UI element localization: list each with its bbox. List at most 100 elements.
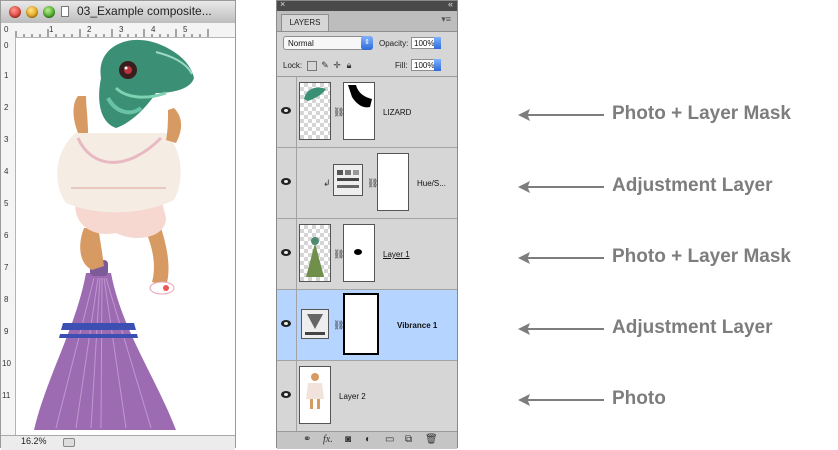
layer-row-hue-saturation[interactable]: ↲ ⛓ Hue/S... (277, 148, 457, 219)
ruler-tick: 7 (4, 263, 9, 272)
link-layers-icon[interactable]: ⚭ (303, 434, 311, 445)
layer-mask-thumbnail (343, 224, 375, 282)
tab-layers[interactable]: LAYERS (281, 14, 329, 31)
annotation-label: Photo (612, 388, 666, 409)
layer-name: Hue/S... (417, 179, 446, 188)
layer-thumbnail (299, 82, 331, 140)
panel-bottom-toolbar: ⚭ fx. ◙ ◐ ▭ ⧉ 🗑︎ (277, 431, 457, 449)
annotation-photo-mask-1: Photo + Layer Mask (516, 100, 838, 130)
panel-tab-strip: LAYERS ▾≡ (277, 11, 457, 32)
left-arrow-icon (518, 181, 604, 193)
annotation-adjustment-2: Adjustment Layer (516, 314, 838, 344)
opacity-field[interactable]: 100% (411, 37, 441, 49)
visibility-toggle[interactable] (277, 148, 297, 218)
ruler-tick: 6 (4, 231, 9, 240)
left-arrow-icon (518, 252, 604, 264)
horizontal-ruler[interactable]: 0 1 2 3 4 5 (1, 23, 235, 38)
layer-name: Layer 2 (339, 392, 366, 401)
status-menu-button[interactable] (63, 438, 75, 447)
ruler-tick: 2 (4, 103, 9, 112)
opacity-value: 100% (414, 39, 435, 48)
close-panel-icon[interactable]: × (280, 0, 285, 9)
layers-panel: × « LAYERS ▾≡ Normal ⇕ Opacity: 100% Loc… (276, 0, 458, 449)
ruler-tick: 8 (4, 295, 9, 304)
lock-transparency-icon[interactable] (307, 61, 317, 71)
annotation-label: Photo + Layer Mask (612, 103, 791, 124)
layer-name: LIZARD (383, 108, 412, 117)
new-layer-icon[interactable]: ⧉ (405, 434, 412, 445)
layer-style-icon[interactable]: fx. (323, 434, 333, 445)
select-arrows-icon: ⇕ (361, 36, 373, 50)
lock-image-pixels-icon[interactable]: ✎ (320, 61, 330, 70)
opacity-label: Opacity: (379, 39, 409, 48)
add-mask-icon[interactable]: ◙ (345, 434, 351, 445)
document-title: 03_Example composite... (77, 4, 212, 18)
layer-row-lizard[interactable]: ⛓ LIZARD (277, 77, 457, 148)
lock-fill-row: Lock: ✎ ✛ 🔒︎ Fill: 100% (277, 56, 457, 77)
doll-thumbnail-icon (306, 373, 324, 409)
vertical-ruler[interactable]: 0 1 2 3 4 5 6 7 8 9 10 11 (1, 37, 16, 435)
ruler-tick: 5 (4, 199, 9, 208)
ruler-tick: 10 (2, 359, 11, 368)
ruler-tick: 4 (4, 167, 9, 176)
fill-label: Fill: (395, 61, 408, 70)
fill-field[interactable]: 100% (411, 59, 441, 71)
visibility-toggle[interactable] (277, 77, 297, 147)
ruler-tick: 9 (4, 327, 9, 336)
lizard-thumbnail-icon (304, 87, 326, 101)
eye-icon (281, 391, 291, 398)
composite-image (34, 39, 194, 430)
title-bar[interactable]: 03_Example composite... (1, 1, 235, 24)
layer-thumbnail (299, 224, 331, 282)
document-window: 03_Example composite... 0 1 2 3 4 5 0 1 (0, 0, 236, 450)
adjustment-thumbnail (301, 309, 329, 339)
image-canvas[interactable] (16, 38, 235, 435)
layer-row-layer-2[interactable]: Layer 2 (277, 361, 457, 432)
mask-shape-icon (354, 249, 362, 255)
fill-value: 100% (414, 61, 435, 70)
hue-saturation-icon (337, 170, 359, 188)
ruler-tick: 0 (4, 41, 9, 50)
lock-position-icon[interactable]: ✛ (332, 61, 342, 70)
adjustment-thumbnail (333, 164, 363, 196)
ruler-tick: 11 (2, 391, 11, 400)
left-arrow-icon (518, 109, 604, 121)
layer-row-layer-1[interactable]: ⛓ Layer 1 (277, 219, 457, 290)
annotation-label: Adjustment Layer (612, 317, 773, 338)
layer-thumbnail (299, 366, 331, 424)
blend-opacity-row: Normal ⇕ Opacity: 100% (277, 32, 457, 54)
ruler-ticks (15, 29, 209, 37)
annotation-adjustment-1: Adjustment Layer (516, 172, 838, 202)
new-adjustment-layer-icon[interactable]: ◐ (365, 434, 371, 445)
eye-icon (281, 249, 291, 256)
figure-thumbnail-icon (306, 237, 324, 277)
eye-icon (281, 107, 291, 114)
layer-row-vibrance-1[interactable]: ⛓ Vibrance 1 (277, 290, 457, 361)
layer-name: Vibrance 1 (397, 321, 438, 330)
lock-all-icon[interactable]: 🔒︎ (344, 61, 354, 70)
lock-label: Lock: (283, 61, 303, 70)
vibrance-icon (305, 314, 325, 335)
annotation-photo-mask-2: Photo + Layer Mask (516, 243, 838, 273)
layer-mask-thumbnail (377, 153, 409, 211)
zoom-button[interactable] (43, 6, 55, 18)
clipping-arrow-icon: ↲ (323, 178, 331, 188)
fill-dropdown-icon[interactable] (434, 59, 441, 71)
ruler-tick: 3 (4, 135, 9, 144)
layer-mask-thumbnail (343, 293, 379, 355)
panel-menu-icon[interactable]: ▾≡ (441, 14, 451, 25)
close-button[interactable] (9, 6, 21, 18)
left-arrow-icon (518, 323, 604, 335)
blend-mode-select[interactable]: Normal ⇕ (283, 36, 373, 50)
minimize-button[interactable] (26, 6, 38, 18)
new-group-icon[interactable]: ▭ (385, 434, 394, 445)
mask-shape-icon (348, 85, 372, 108)
delete-layer-icon[interactable]: 🗑︎ (425, 434, 438, 445)
zoom-level[interactable]: 16.2% (21, 436, 47, 446)
visibility-toggle[interactable] (277, 290, 297, 360)
panel-header[interactable]: × « (277, 0, 457, 11)
visibility-toggle[interactable] (277, 361, 297, 431)
visibility-toggle[interactable] (277, 219, 297, 289)
opacity-dropdown-icon[interactable] (434, 37, 441, 49)
collapse-panel-icon[interactable]: « (448, 0, 453, 9)
